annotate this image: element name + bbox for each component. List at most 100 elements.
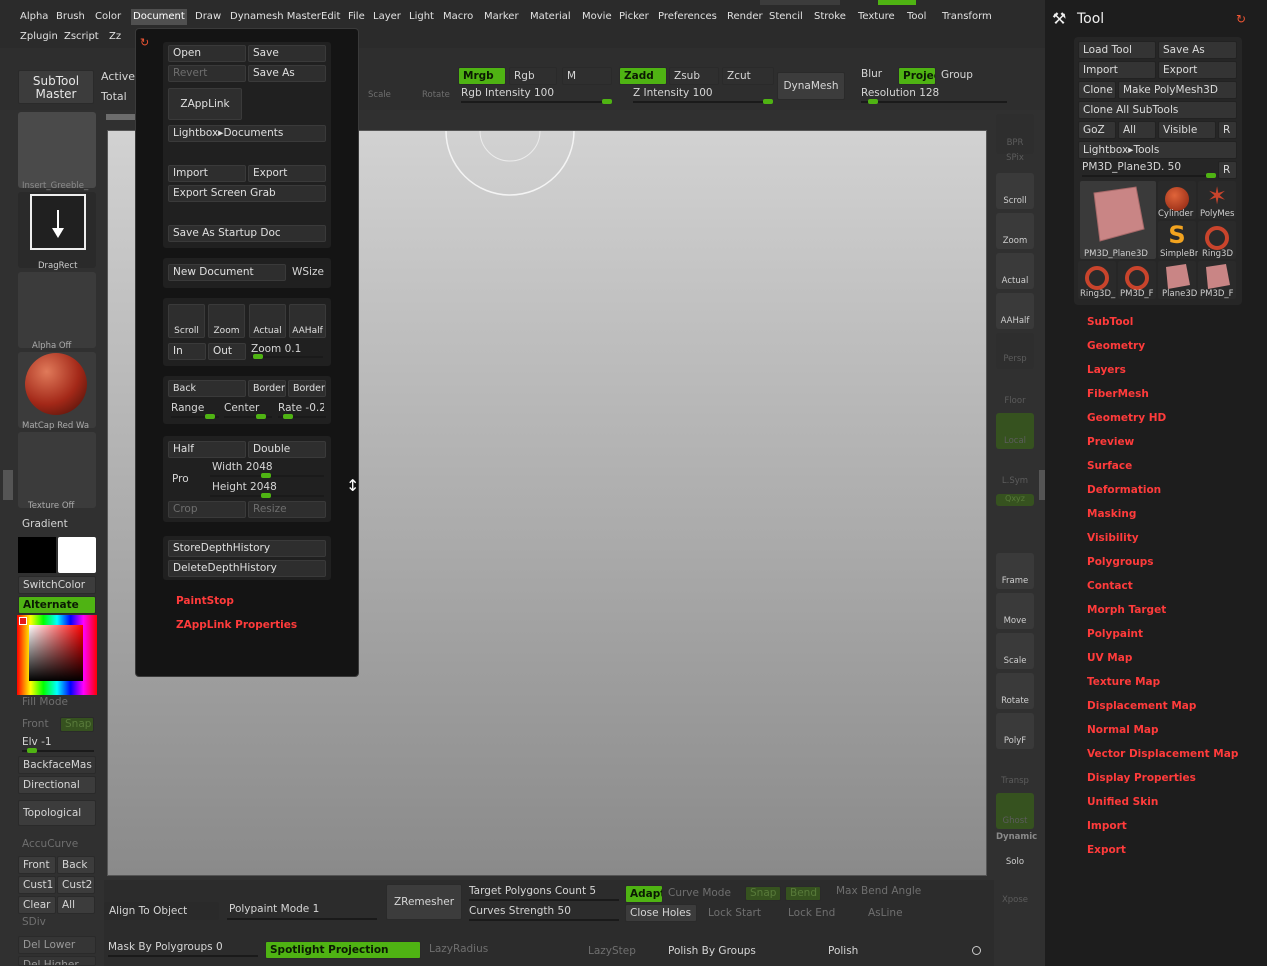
center-knob[interactable] — [256, 414, 266, 419]
menu-reset-icon[interactable]: ↻ — [140, 36, 149, 49]
subtool-master-button[interactable]: SubTool Master — [18, 70, 94, 104]
subpalette-deformation[interactable]: Deformation — [1087, 484, 1161, 496]
resolution-slider[interactable]: Resolution 128 — [861, 87, 939, 99]
paintstop-subpalette[interactable]: PaintStop — [176, 595, 234, 607]
cust2-button[interactable]: Cust2 — [57, 876, 95, 894]
subpalette-uv-map[interactable]: UV Map — [1087, 652, 1132, 664]
target-polygons-slider[interactable]: Target Polygons Count 5 — [469, 885, 596, 897]
subpalette-contact[interactable]: Contact — [1087, 580, 1133, 592]
dynamesh-button[interactable]: DynaMesh — [777, 72, 845, 100]
sdiv-slider[interactable]: SDiv — [22, 916, 46, 928]
border-color-button[interactable]: Border — [248, 380, 286, 397]
zsub-toggle[interactable]: Zsub — [669, 67, 719, 85]
spotlight-projection-toggle[interactable]: Spotlight Projection — [265, 941, 421, 959]
export-doc-button[interactable]: Export — [248, 165, 326, 182]
curves-strength-track[interactable] — [469, 919, 619, 921]
menu-zplugin[interactable]: Zplugin — [18, 29, 60, 45]
load-tool-button[interactable]: Load Tool — [1078, 41, 1156, 59]
save-as-startup-doc-button[interactable]: Save As Startup Doc — [168, 225, 326, 242]
menu-stencil[interactable]: Stencil — [767, 9, 805, 25]
double-button[interactable]: Double — [248, 441, 326, 458]
export-screen-grab-button[interactable]: Export Screen Grab — [168, 185, 326, 202]
menu-texture[interactable]: Texture — [856, 9, 897, 25]
alternate-toggle[interactable]: Alternate — [18, 596, 96, 614]
z-intensity-slider[interactable]: Z Intensity 100 — [633, 87, 713, 99]
subpalette-preview[interactable]: Preview — [1087, 436, 1134, 448]
zoom-out-button[interactable]: Out — [208, 343, 246, 360]
subpalette-polygroups[interactable]: Polygroups — [1087, 556, 1154, 568]
new-document-button[interactable]: New Document — [168, 264, 286, 281]
subpalette-texture-map[interactable]: Texture Map — [1087, 676, 1160, 688]
zoom-value-knob[interactable] — [253, 354, 263, 359]
rgb-intensity-slider[interactable]: Rgb Intensity 100 — [461, 87, 554, 99]
crop-button[interactable]: Crop — [168, 501, 246, 518]
zadd-toggle[interactable]: Zadd — [619, 67, 667, 85]
menu-dynamesh-master[interactable]: Dynamesh Master — [228, 9, 323, 25]
material-thumbnail[interactable] — [18, 352, 96, 428]
zoom-doc-button[interactable]: Zoom — [208, 304, 245, 338]
resolution-knob[interactable] — [868, 99, 878, 104]
subpalette-fibermesh[interactable]: FiberMesh — [1087, 388, 1149, 400]
clone-all-subtools-button[interactable]: Clone All SubTools — [1078, 101, 1237, 119]
polish-slider[interactable]: Polish — [828, 945, 858, 957]
open-button[interactable]: Open — [168, 45, 246, 62]
subpalette-import[interactable]: Import — [1087, 820, 1127, 832]
current-tool-track[interactable] — [1082, 175, 1216, 177]
lazystep-slider[interactable]: LazyStep — [588, 945, 636, 957]
save-as-button[interactable]: Save As — [248, 65, 326, 82]
menu-movie[interactable]: Movie — [580, 9, 614, 25]
xyz-toggle[interactable]: Qxyz — [996, 494, 1034, 506]
aahalf-doc-button[interactable]: AAHalf — [289, 304, 326, 338]
subpalette-geometry[interactable]: Geometry — [1087, 340, 1145, 352]
zapplink-button[interactable]: ZAppLink — [168, 88, 242, 120]
scroll-doc-button[interactable]: Scroll — [168, 304, 205, 338]
snap-bottom-toggle[interactable]: Snap — [745, 886, 781, 901]
directional-toggle[interactable]: Directional — [18, 776, 96, 794]
menu-edit[interactable]: Edit — [319, 9, 342, 25]
target-polygons-track[interactable] — [469, 899, 619, 901]
blur-slider[interactable]: Blur — [861, 68, 882, 80]
menu-tool[interactable]: Tool — [905, 9, 928, 25]
bend-toggle[interactable]: Bend — [785, 886, 821, 901]
subpalette-unified-skin[interactable]: Unified Skin — [1087, 796, 1158, 808]
clear-button[interactable]: Clear — [18, 896, 56, 914]
goz-button[interactable]: GoZ — [1078, 121, 1116, 139]
texture-thumbnail[interactable] — [18, 432, 96, 508]
canvas-scroll-indicator[interactable] — [106, 114, 136, 120]
alpha-thumbnail[interactable] — [18, 272, 96, 348]
active-tool-thumbnail[interactable] — [1080, 181, 1156, 259]
menu-alpha[interactable]: Alpha — [18, 9, 50, 25]
store-depth-history-button[interactable]: StoreDepthHistory — [168, 540, 326, 557]
elv-slider[interactable]: Elv -1 — [22, 736, 52, 748]
cust1-button[interactable]: Cust1 — [18, 876, 56, 894]
subpalette-display-properties[interactable]: Display Properties — [1087, 772, 1196, 784]
menu-zscript[interactable]: Zscript — [62, 29, 101, 45]
rgb-toggle[interactable]: Rgb — [509, 67, 557, 85]
resize-button[interactable]: Resize — [248, 501, 326, 518]
subpalette-surface[interactable]: Surface — [1087, 460, 1132, 472]
m-toggle[interactable]: M — [562, 67, 612, 85]
menu-macro[interactable]: Macro — [441, 9, 475, 25]
mrgb-toggle[interactable]: Mrgb — [458, 67, 506, 85]
polypaint-mode-track[interactable] — [227, 918, 377, 920]
range-knob[interactable] — [205, 414, 215, 419]
topological-toggle[interactable]: Topological — [18, 800, 96, 826]
polypaint-mode-slider[interactable]: Polypaint Mode 1 — [229, 903, 319, 915]
polish-by-groups-slider[interactable]: Polish By Groups — [668, 945, 756, 957]
menu-brush[interactable]: Brush — [54, 9, 87, 25]
menu-material[interactable]: Material — [528, 9, 573, 25]
clone-button[interactable]: Clone — [1078, 81, 1116, 99]
zapplink-properties-subpalette[interactable]: ZAppLink Properties — [176, 619, 297, 631]
fill-mode-slider[interactable]: Fill Mode — [22, 696, 68, 708]
goz-visible-button[interactable]: Visible — [1158, 121, 1216, 139]
curves-strength-slider[interactable]: Curves Strength 50 — [469, 905, 571, 917]
curve-mode-toggle[interactable]: Curve Mode — [668, 887, 731, 899]
menu-layer[interactable]: Layer — [371, 9, 403, 25]
subpalette-normal-map[interactable]: Normal Map — [1087, 724, 1159, 736]
goz-r-button[interactable]: R — [1218, 121, 1237, 139]
export-tool-button[interactable]: Export — [1158, 61, 1237, 79]
subpalette-visibility[interactable]: Visibility — [1087, 532, 1139, 544]
back-toggle[interactable]: Back — [57, 856, 95, 874]
current-tool-knob[interactable] — [1206, 173, 1216, 178]
subpalette-vector-displacement-map[interactable]: Vector Displacement Map — [1087, 748, 1238, 760]
